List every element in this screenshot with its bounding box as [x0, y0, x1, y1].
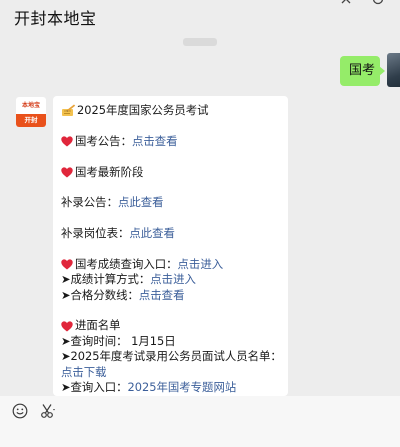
- passing-line-link[interactable]: 点击查看: [139, 288, 185, 303]
- my-avatar[interactable]: [387, 53, 400, 87]
- notice-line: 国考公告： 点击查看: [61, 134, 283, 149]
- smiley-icon[interactable]: [12, 403, 28, 419]
- bot-avatar-logo-text: 本地宝: [21, 102, 40, 109]
- interview-names-text: ➤2025年度考试录用公务员面试人员名单：: [61, 349, 282, 364]
- passing-line-label: ➤合格分数线：: [61, 287, 139, 302]
- heart-icon: [61, 136, 73, 147]
- score-query-link[interactable]: 点击进入: [178, 257, 224, 272]
- query-entry-line: ➤查询入口： 2025年国考专题网站: [61, 380, 283, 395]
- latest-stage-text: 国考最新阶段: [75, 164, 144, 179]
- download-line: 点击下载: [61, 365, 283, 380]
- notice-link[interactable]: 点击查看: [132, 134, 178, 149]
- bot-avatar-city: 开封: [16, 114, 46, 127]
- score-query-label: 国考成绩查询入口：: [75, 256, 178, 271]
- interview-list-line: 进面名单: [61, 318, 283, 333]
- interview-list-text: 进面名单: [75, 318, 121, 333]
- timestamp-divider: [183, 38, 217, 46]
- input-toolbar: [0, 396, 400, 447]
- supplement-notice-label: 补录公告：: [61, 195, 118, 210]
- sent-message-bubble[interactable]: 国考: [340, 56, 385, 86]
- heart-icon: [61, 167, 73, 178]
- message-text: 2025年度国家公务员考试 国考公告： 点击查看 国考最新阶段 补录公告： 点此…: [61, 103, 283, 395]
- score-method-label: ➤成绩计算方式：: [61, 272, 151, 287]
- supplement-positions-link[interactable]: 点此查看: [129, 226, 175, 241]
- supplement-positions-line: 补录岗位表： 点此查看: [61, 226, 283, 241]
- message-heading-line: 2025年度国家公务员考试: [61, 103, 283, 118]
- supplement-positions-label: 补录岗位表：: [61, 226, 130, 241]
- topic-site-link[interactable]: 2025年国考专题网站: [128, 380, 237, 395]
- score-query-line: 国考成绩查询入口： 点击进入: [61, 257, 283, 272]
- score-method-link[interactable]: 点击进入: [150, 272, 196, 287]
- supplement-notice-link[interactable]: 点此查看: [118, 195, 164, 210]
- query-time-text: ➤查询时间： 1月15日: [61, 333, 176, 348]
- scissors-icon[interactable]: [40, 403, 56, 419]
- download-link[interactable]: 点击下载: [61, 365, 107, 380]
- chat-title: 开封本地宝: [14, 9, 97, 28]
- received-message-bubble: 2025年度国家公务员考试 国考公告： 点击查看 国考最新阶段 补录公告： 点此…: [53, 96, 288, 396]
- chat-header: 开封本地宝: [0, 0, 400, 40]
- query-entry-label: ➤查询入口：: [61, 380, 128, 395]
- notice-label: 国考公告：: [75, 133, 132, 148]
- heart-icon: [61, 321, 73, 332]
- latest-stage-line: 国考最新阶段: [61, 165, 283, 180]
- supplement-notice-line: 补录公告： 点此查看: [61, 195, 283, 210]
- heart-icon: [61, 259, 73, 270]
- score-method-line: ➤成绩计算方式： 点击进入: [61, 272, 283, 287]
- passing-line-line: ➤合格分数线： 点击查看: [61, 288, 283, 303]
- query-time-line: ➤查询时间： 1月15日: [61, 334, 283, 349]
- message-heading: 2025年度国家公务员考试: [77, 103, 209, 117]
- interview-names-line: ➤2025年度考试录用公务员面试人员名单：: [61, 349, 283, 364]
- more-icon[interactable]: [371, 0, 385, 6]
- call-icon[interactable]: [339, 0, 353, 6]
- bot-avatar[interactable]: 本地宝 开封: [16, 97, 46, 127]
- memo-icon: [61, 104, 76, 117]
